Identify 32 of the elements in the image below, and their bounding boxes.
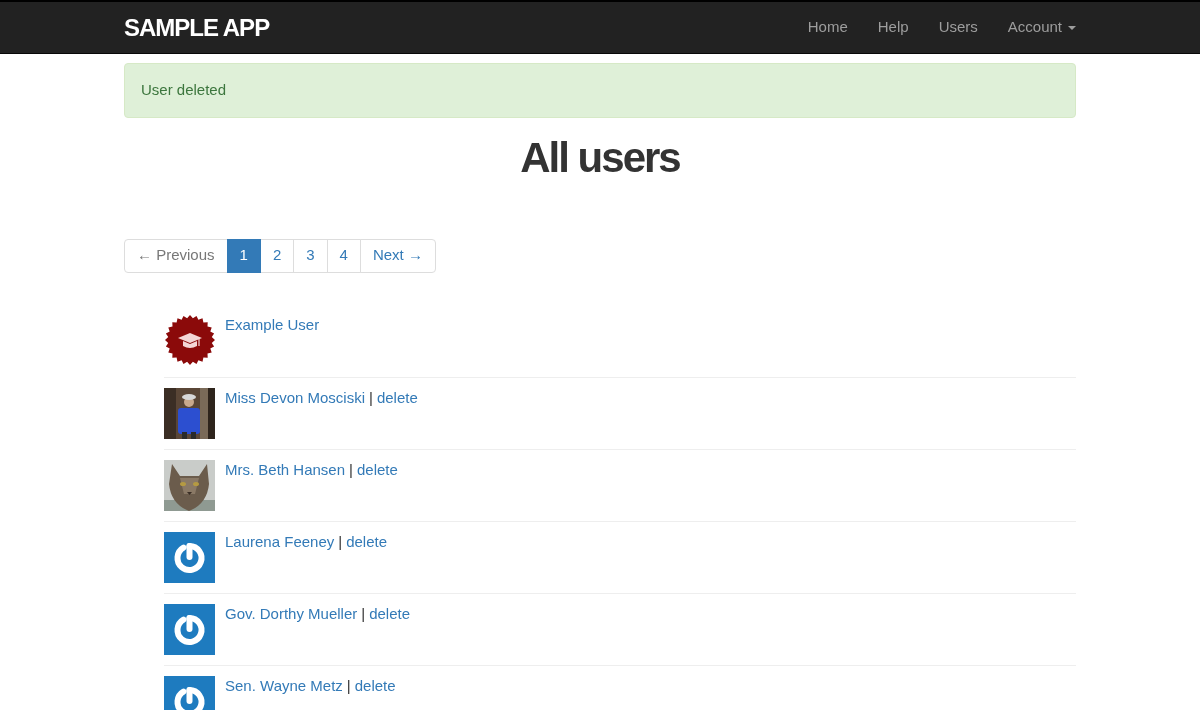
user-name-link[interactable]: Laurena Feeney [225, 532, 335, 583]
user-name-link[interactable]: Sen. Wayne Metz [225, 676, 343, 710]
pagination-link[interactable]: Next → [359, 238, 436, 273]
pagination-link[interactable]: ← Previous [124, 238, 228, 273]
delete-link[interactable]: delete [346, 532, 388, 583]
account-dropdown[interactable]: Account [1007, 16, 1076, 39]
delete-link[interactable]: delete [354, 676, 396, 710]
default-avatar-icon [164, 531, 215, 583]
pagination-link[interactable]: 4 [326, 238, 361, 273]
user-name-link[interactable]: Mrs. Beth Hansen [225, 460, 346, 511]
delete-link[interactable]: delete [369, 604, 411, 655]
pagination-link[interactable]: 3 [293, 238, 328, 273]
nav-link[interactable]: Home [807, 16, 848, 39]
separator: | [349, 460, 353, 480]
user-name-link[interactable]: Miss Devon Mosciski [225, 388, 366, 439]
alert-message: User deleted [124, 63, 1076, 118]
delete-link[interactable]: delete [376, 388, 418, 439]
nav-link[interactable]: Help [877, 16, 909, 39]
user-name-link[interactable]: Example User [225, 315, 320, 367]
user-name-link[interactable]: Gov. Dorthy Mueller [225, 604, 358, 655]
mortarboard-badge-icon [164, 314, 215, 365]
page-heading: All users [519, 132, 681, 183]
pagination-link[interactable]: 1 [226, 238, 261, 273]
separator: | [346, 676, 351, 696]
separator: | [369, 388, 373, 408]
separator: | [338, 532, 343, 552]
default-avatar-icon [164, 603, 215, 655]
brand-link[interactable]: SAMPLE APP [124, 9, 270, 46]
caret-icon [1068, 25, 1076, 30]
delete-link[interactable]: delete [356, 460, 398, 511]
separator: | [361, 604, 366, 624]
nav-link[interactable]: Users [938, 16, 978, 39]
